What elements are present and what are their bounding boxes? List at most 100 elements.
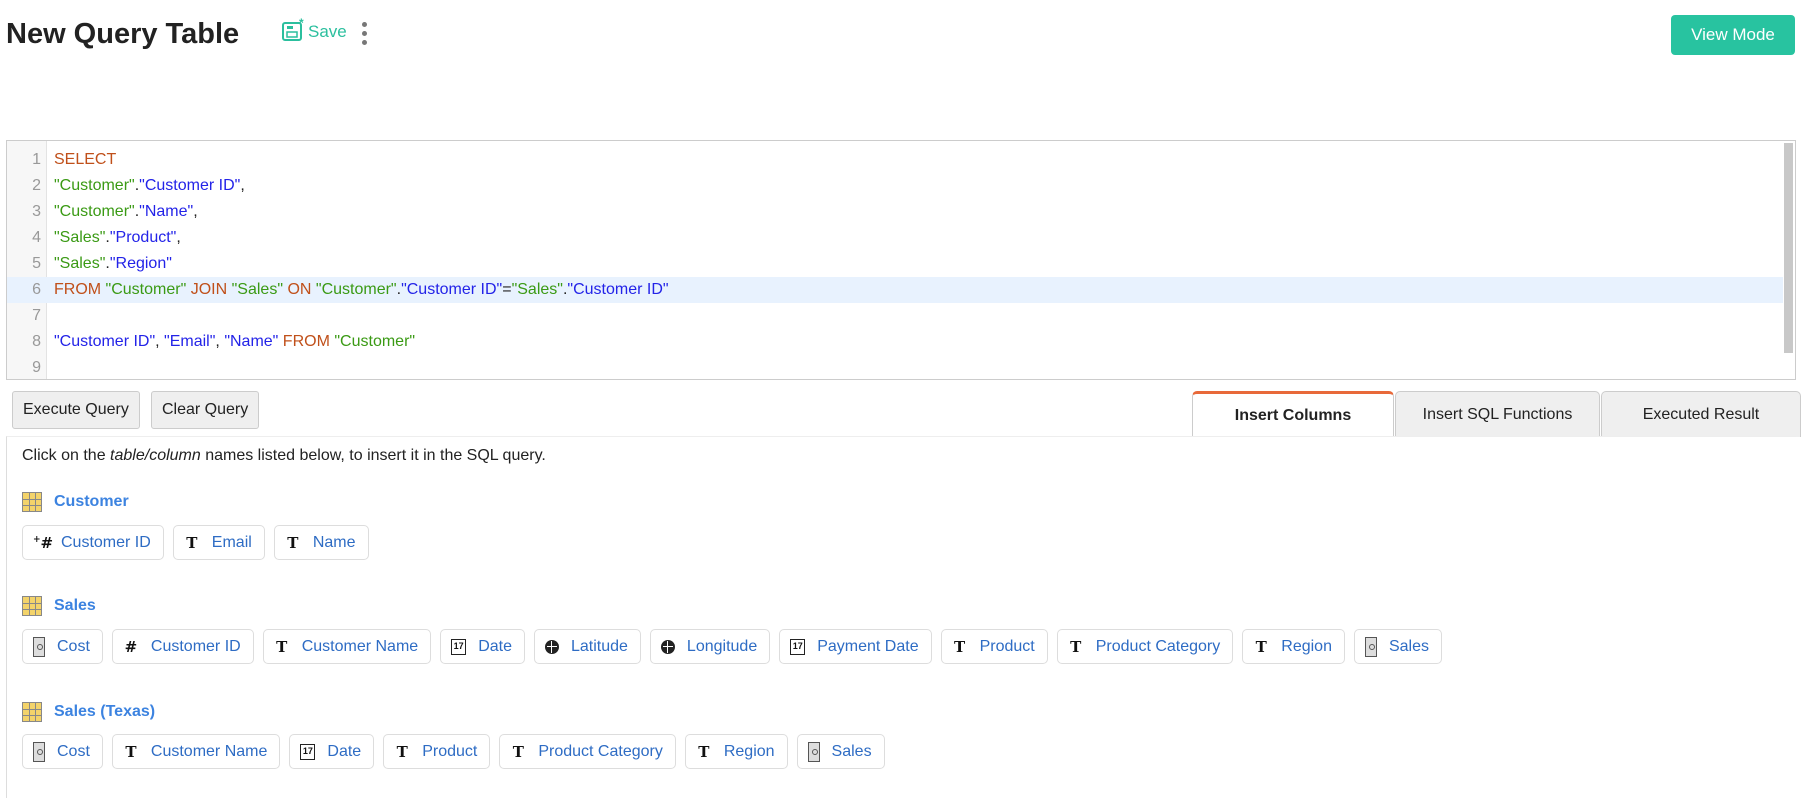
column-chip[interactable]: T Email [172, 525, 265, 560]
sql-editor[interactable]: 1 SELECT 2 "Customer"."Customer ID", 3 "Custo… [6, 140, 1796, 380]
table-header[interactable]: Customer [22, 492, 129, 512]
column-chip[interactable]: T Name [273, 525, 369, 560]
table-header[interactable]: Sales [22, 596, 96, 616]
code-text: "Customer"."Name", [54, 199, 198, 225]
sql-token: "Region" [109, 255, 172, 272]
sql-token: "Product" [109, 229, 177, 246]
text-type-icon: T [1070, 637, 1082, 656]
column-chip[interactable]: Sales [796, 734, 885, 769]
number-type-icon: # [124, 637, 138, 656]
save-button[interactable]: * Save [282, 18, 347, 42]
column-label: Longitude [686, 637, 758, 655]
sql-token: "Customer ID" [54, 333, 156, 350]
column-chip[interactable]: Sales [1353, 629, 1442, 664]
code-line[interactable]: 5 "Sales"."Region" [7, 251, 1783, 277]
column-label: Customer Name [301, 637, 419, 655]
calendar-icon: 17 [300, 743, 316, 760]
code-line[interactable]: 2 "Customer"."Customer ID", [7, 173, 1783, 199]
column-label: Name [312, 533, 356, 551]
text-type-icon: T [954, 637, 966, 656]
column-chip[interactable]: 17 Payment Date [779, 629, 932, 664]
view-mode-button[interactable]: View Mode [1671, 15, 1795, 55]
tab-insert-sql-functions[interactable]: Insert SQL Functions [1395, 391, 1600, 437]
code-text: "Customer"."Customer ID", [54, 173, 245, 199]
editor-scrollbar[interactable] [1784, 143, 1793, 353]
column-chip[interactable]: T Region [684, 734, 788, 769]
column-label: Sales [1388, 637, 1429, 655]
column-list: Cost # Customer ID T Customer Name 17 Date Lati… [22, 629, 1442, 664]
column-chip[interactable]: # Customer ID [111, 629, 254, 664]
code-text: SELECT [54, 147, 116, 173]
column-label: Customer ID [61, 533, 151, 551]
column-chip[interactable]: 17 Date [289, 734, 375, 769]
code-line[interactable]: 8 "Customer ID", "Email", "Name" FROM "Cu… [7, 329, 1783, 355]
column-label: Customer ID [150, 637, 241, 655]
tab-insert-columns[interactable]: Insert Columns [1192, 391, 1394, 437]
sql-token: "Customer" [54, 203, 135, 220]
column-label: Latitude [570, 637, 628, 655]
table-icon [22, 596, 42, 616]
column-label: Region [1281, 637, 1332, 655]
save-icon: * [282, 18, 304, 41]
table-name: Customer [54, 493, 129, 510]
column-label: Customer Name [150, 742, 268, 760]
sql-token: = [502, 281, 512, 298]
column-chip[interactable]: T Product [383, 734, 491, 769]
table-name: Sales (Texas) [54, 703, 156, 720]
code-line[interactable]: 9 [7, 355, 1783, 379]
sql-token: "Sales" [511, 281, 563, 298]
text-type-icon: T [396, 742, 408, 761]
column-chip[interactable]: T Region [1242, 629, 1345, 664]
code-line[interactable]: 4 "Sales"."Product", [7, 225, 1783, 251]
globe-icon [660, 639, 675, 654]
column-label: Sales [831, 742, 872, 760]
sql-token: "Sales" [54, 255, 106, 272]
column-list: Cost T Customer Name 17 Date T Product T Product… [22, 734, 885, 769]
code-line[interactable]: 7 [7, 303, 1783, 329]
column-chip[interactable]: Cost [22, 629, 103, 664]
column-chip[interactable]: Longitude [649, 629, 771, 664]
clear-query-button[interactable]: Clear Query [151, 391, 260, 429]
more-options-icon[interactable] [362, 22, 368, 45]
sql-token: , [176, 229, 181, 246]
column-chip[interactable]: T Product Category [499, 734, 676, 769]
sql-token: "Name" [139, 203, 194, 220]
tab-bar: Insert Columns Insert SQL Functions Exec… [1192, 391, 1802, 437]
sql-token: "Customer ID" [567, 281, 669, 298]
hint-text: Click on the table/column names listed b… [22, 447, 546, 464]
column-label: Product [979, 637, 1035, 655]
code-line[interactable]: 1 SELECT [7, 147, 1783, 173]
column-chip[interactable]: Latitude [533, 629, 641, 664]
column-label: Email [211, 533, 252, 551]
sql-token: "Customer" [54, 177, 135, 194]
execute-query-button[interactable]: Execute Query [12, 391, 140, 429]
column-chip[interactable]: T Customer Name [262, 629, 432, 664]
page-title: New Query Table [6, 18, 240, 50]
sql-token: "Name" [224, 333, 279, 350]
line-number: 3 [32, 203, 41, 220]
column-chip[interactable]: Cost [22, 734, 103, 769]
tab-executed-result[interactable]: Executed Result [1601, 391, 1801, 437]
sql-token: FROM [278, 333, 335, 350]
column-label: Date [478, 637, 512, 655]
measure-icon [33, 741, 45, 762]
line-number: 7 [32, 307, 41, 324]
column-chip[interactable]: +# Customer ID [22, 525, 164, 560]
column-chip[interactable]: T Product Category [1056, 629, 1234, 664]
column-chip[interactable]: T Customer Name [111, 734, 281, 769]
column-chip[interactable]: T Product [940, 629, 1048, 664]
sql-token: , [155, 333, 165, 350]
column-label: Payment Date [817, 637, 919, 655]
sql-token: "Email" [164, 333, 216, 350]
text-type-icon: T [512, 742, 524, 761]
globe-icon [544, 639, 559, 654]
column-chip[interactable]: 17 Date [440, 629, 525, 664]
code-text: "Sales"."Region" [54, 251, 172, 277]
table-header[interactable]: Sales (Texas) [22, 702, 155, 722]
sql-token: FROM [54, 281, 106, 298]
line-number: 2 [32, 177, 41, 194]
sql-token: ON [283, 281, 316, 298]
column-label: Product Category [1095, 637, 1221, 655]
code-line[interactable]: 6 FROM "Customer" JOIN "Sales" ON "Custom… [7, 277, 1783, 303]
code-line[interactable]: 3 "Customer"."Name", [7, 199, 1783, 225]
